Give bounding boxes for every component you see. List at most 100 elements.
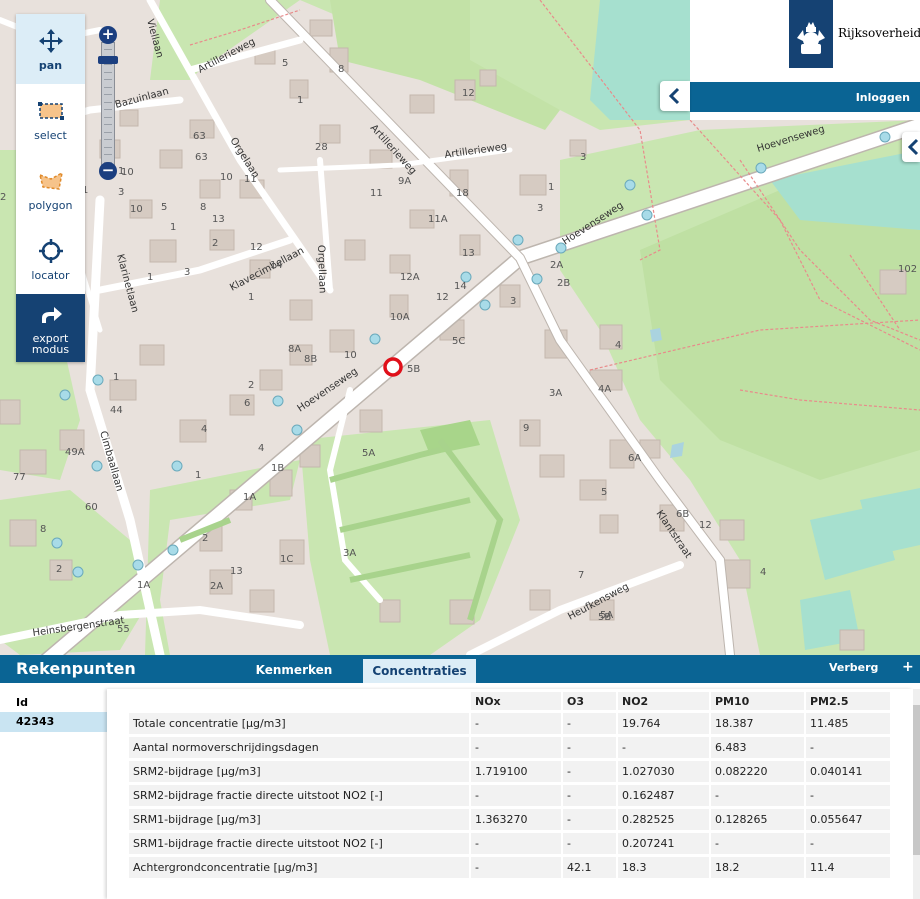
concentration-table-container[interactable]: NOx O3 NO2 PM10 PM2.5 Totale concentrati… (107, 689, 913, 899)
login-button[interactable]: Inloggen (856, 91, 910, 104)
table-cell: 1.363270 (471, 809, 561, 830)
column-header: NOx (471, 692, 561, 710)
house-number-label: 1 (248, 292, 254, 303)
house-number-label: 12 (436, 292, 449, 303)
hide-panel-button[interactable]: Verberg (829, 661, 878, 674)
house-number-label: 3A (343, 548, 356, 559)
select-tool-button[interactable]: select (16, 84, 85, 154)
column-header: NO2 (618, 692, 709, 710)
table-cell: 0.040141 (806, 761, 890, 782)
table-cell: - (563, 809, 616, 830)
house-number-label: 2 (202, 533, 208, 544)
polygon-tool-button[interactable]: polygon (16, 154, 85, 224)
house-number-label: 1 (297, 95, 303, 106)
house-number-label: 12 (250, 242, 263, 253)
table-cell: - (471, 785, 561, 806)
house-number-label: 2 (56, 564, 62, 575)
house-number-label: 49A (65, 447, 85, 458)
locator-tool-button[interactable]: locator (16, 224, 85, 294)
house-number-label: 63 (193, 131, 206, 142)
house-number-label: 3 (580, 152, 586, 163)
tab-concentraties[interactable]: Concentraties (363, 659, 476, 683)
house-number-label: 2B (557, 278, 570, 289)
header-collapse-button[interactable] (660, 81, 690, 111)
zoom-tick (104, 86, 112, 88)
table-cell: - (563, 785, 616, 806)
select-tool-label: select (34, 128, 67, 142)
house-number-label: 8 (40, 524, 46, 535)
house-number-label: 12 (699, 520, 712, 531)
id-value: 42343 (16, 715, 55, 728)
house-number-label: 1 (195, 470, 201, 481)
house-number-label: 11A (428, 214, 448, 225)
house-number-label: 1 (113, 372, 119, 383)
house-number-label: 14 (270, 260, 283, 271)
zoom-tick (104, 139, 112, 140)
row-label: Totale concentratie [µg/m3] (129, 713, 469, 734)
house-number-label: 1A (137, 580, 150, 591)
chevron-left-icon (907, 138, 919, 156)
table-cell: 0.162487 (618, 785, 709, 806)
header-panel: Rijksoverheid Inloggen (690, 0, 920, 120)
table-scrollbar[interactable] (913, 689, 920, 899)
tab-kenmerken[interactable]: Kenmerken (244, 658, 344, 683)
house-number-label: 10 (220, 172, 233, 183)
layers-panel-toggle[interactable] (902, 132, 920, 162)
table-cell: - (711, 833, 804, 854)
table-cell: - (563, 761, 616, 782)
id-list-item[interactable]: 42343 (0, 712, 107, 732)
export-mode-button[interactable]: export modus (16, 294, 85, 362)
zoom-tick (104, 71, 112, 73)
house-number-label: 3A (549, 388, 562, 399)
house-number-label: 44 (110, 405, 123, 416)
house-number-label: 10A (390, 312, 410, 323)
house-number-label: 5 (161, 202, 167, 213)
zoom-control: + − (98, 26, 118, 182)
house-number-label: 7 (578, 570, 584, 581)
house-number-label: 13 (212, 214, 225, 225)
table-scrollbar-thumb[interactable] (913, 705, 920, 855)
zoom-slider-handle[interactable] (98, 56, 118, 64)
house-number-label: 6B (676, 509, 689, 520)
zoom-out-button[interactable]: − (99, 162, 117, 180)
polygon-icon (37, 167, 65, 195)
row-label: Achtergrondconcentratie [µg/m3] (129, 857, 469, 878)
table-cell: 0.128265 (711, 809, 804, 830)
concentration-table: NOx O3 NO2 PM10 PM2.5 Totale concentrati… (127, 689, 892, 881)
export-mode-label: export modus (31, 332, 70, 356)
house-number-label: 6 (244, 398, 250, 409)
house-number-label: 10 (121, 167, 134, 178)
table-cell: 0.282525 (618, 809, 709, 830)
house-number-label: 1B (271, 463, 284, 474)
zoom-in-button[interactable]: + (99, 26, 117, 44)
house-number-label: 12A (400, 272, 420, 283)
table-cell: 6.483 (711, 737, 804, 758)
table-cell: 11.4 (806, 857, 890, 878)
house-number-label: 2A (550, 260, 563, 271)
house-number-label: 2 (0, 192, 6, 203)
table-row: SRM2-bijdrage [µg/m3] 1.719100-1.027030 0.… (129, 761, 890, 782)
table-cell: 18.3 (618, 857, 709, 878)
house-number-label: 1C (280, 554, 293, 565)
table-row: Achtergrondconcentratie [µg/m3] -42.1 18.3… (129, 857, 890, 878)
table-cell: - (806, 737, 890, 758)
table-cell: - (471, 737, 561, 758)
house-number-label: 9A (398, 176, 411, 187)
table-cell: - (711, 785, 804, 806)
table-cell: - (563, 713, 616, 734)
table-cell: 1.027030 (618, 761, 709, 782)
house-number-label: 1 (147, 272, 153, 283)
table-cell: - (471, 833, 561, 854)
map-toolbar: pan select polygon locator export modus (16, 14, 85, 362)
expand-panel-button[interactable]: + (902, 659, 914, 675)
table-cell: 18.387 (711, 713, 804, 734)
rijksoverheid-logo (789, 0, 833, 68)
house-number-label: 2 (212, 238, 218, 249)
pan-tool-button[interactable]: pan (16, 14, 85, 84)
table-cell: - (618, 737, 709, 758)
pan-tool-label: pan (38, 58, 63, 72)
id-list: Id 42343 (0, 683, 107, 899)
house-number-label: 9 (523, 423, 529, 434)
table-row: SRM1-bijdrage [µg/m3] 1.363270-0.282525 0.… (129, 809, 890, 830)
zoom-tick (104, 49, 112, 50)
